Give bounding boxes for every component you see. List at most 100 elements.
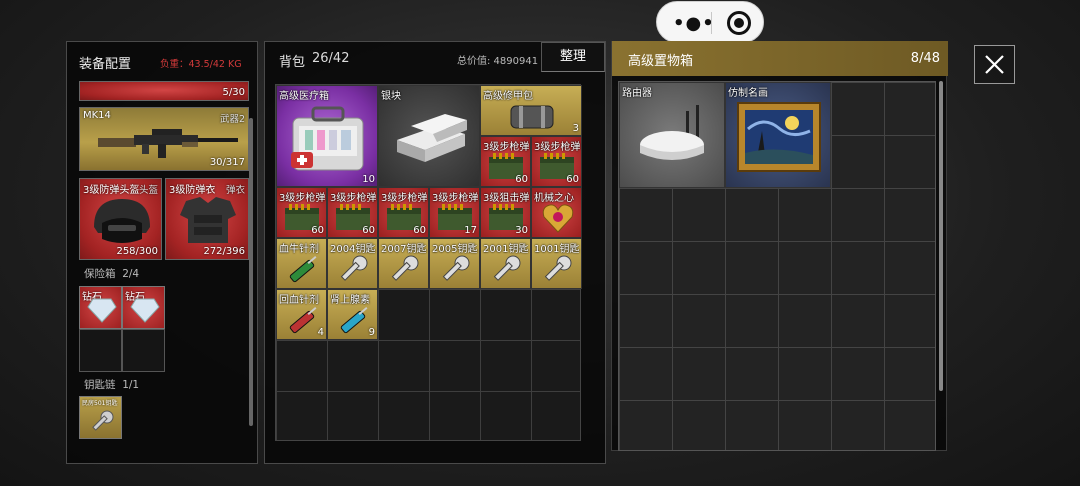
diamond-icon — [87, 298, 117, 323]
backpack-item[interactable]: 银块 — [378, 85, 480, 187]
keychain-title: 钥匙链 — [84, 379, 116, 391]
item-quantity: 9 — [368, 327, 375, 338]
backpack-title: 背包 — [279, 55, 306, 70]
syringe-icon — [340, 307, 368, 334]
top-equipment-slot[interactable]: 5/30 — [79, 81, 249, 101]
mechanical-heart-icon — [542, 204, 574, 233]
helmet-durability: 258/300 — [116, 246, 158, 257]
item-name: 2001钥匙 — [483, 244, 529, 255]
storage-header: 高级置物箱 8/48 — [612, 41, 948, 76]
item-name: 高级医疗箱 — [279, 91, 329, 102]
item-name: 血牛针剂 — [279, 244, 319, 255]
weight-indicator: 负重：43.5/42 KG — [160, 59, 242, 70]
item-name: 路由器 — [622, 88, 652, 99]
keychain-slot[interactable]: 民房501钥匙 — [79, 396, 122, 439]
close-button[interactable] — [974, 45, 1015, 84]
item-quantity: 60 — [413, 225, 426, 236]
top-slot-durability: 5/30 — [222, 87, 245, 98]
storage-item[interactable]: 路由器 — [619, 82, 725, 188]
item-name: 2005钥匙 — [432, 244, 478, 255]
storage-scrollbar[interactable] — [939, 81, 943, 391]
more-dots-icon[interactable]: •●• — [673, 13, 715, 34]
backpack-item[interactable]: 肾上腺素 9 — [327, 289, 378, 340]
syringe-icon — [289, 256, 317, 283]
backpack-item[interactable]: 机械之心 — [531, 187, 582, 238]
item-name: 3级狙击弹 — [483, 193, 530, 204]
diamond-icon — [130, 298, 160, 323]
backpack-item[interactable]: 回血针剂 4 — [276, 289, 327, 340]
item-name: 1001钥匙 — [534, 244, 580, 255]
helmet-icon — [94, 199, 150, 243]
backpack-item[interactable]: 血牛针剂 — [276, 238, 327, 289]
key-icon — [391, 255, 419, 281]
backpack-item[interactable]: 3级狙击弹 30 — [480, 187, 531, 238]
safebox-slot-3[interactable] — [79, 329, 122, 372]
item-quantity: 60 — [311, 225, 324, 236]
helmet-slot[interactable]: 头盔 3级防弹头盔 258/300 — [79, 178, 162, 260]
storage-panel: 高级置物箱 8/48 路由器 仿制名画 — [611, 41, 948, 451]
backpack-grid: 高级医疗箱 10 银块 高级修甲包 3 3级步枪弹 60 3级步枪弹 60 3级… — [275, 84, 582, 441]
backpack-item[interactable]: 3级步枪弹 17 — [429, 187, 480, 238]
backpack-item[interactable]: 3级步枪弹 60 — [276, 187, 327, 238]
backpack-item[interactable]: 3级步枪弹 60 — [480, 136, 531, 187]
backpack-count: 26/42 — [312, 51, 350, 66]
rifle-icon — [98, 129, 238, 158]
key-icon — [340, 255, 368, 281]
painting-icon — [737, 102, 821, 172]
weapon-name: MK14 — [83, 110, 111, 121]
backpack-item[interactable]: 3级步枪弹 60 — [327, 187, 378, 238]
key-icon — [493, 255, 521, 281]
safebox-title: 保险箱 — [84, 268, 116, 280]
item-name: 仿制名画 — [728, 88, 768, 99]
backpack-item[interactable]: 高级修甲包 3 — [480, 85, 582, 136]
keychain-count: 1/1 — [122, 379, 140, 391]
backpack-item[interactable]: 2001钥匙 — [480, 238, 531, 289]
item-name: 3级步枪弹 — [330, 193, 377, 204]
item-quantity: 60 — [566, 174, 579, 185]
key-icon — [442, 255, 470, 281]
backpack-item[interactable]: 3级步枪弹 60 — [378, 187, 429, 238]
armor-slot[interactable]: 弹衣 3级防弹衣 272/396 — [165, 178, 249, 260]
item-quantity: 17 — [464, 225, 477, 236]
safebox-slot-2[interactable]: 钻石 — [122, 286, 165, 329]
item-name: 3级步枪弹 — [432, 193, 479, 204]
weapon-slot[interactable]: MK14 武器2 30/317 — [79, 107, 249, 171]
item-name: 机械之心 — [534, 193, 574, 204]
equipment-scrollbar[interactable] — [249, 118, 253, 426]
storage-item[interactable]: 仿制名画 — [725, 82, 831, 188]
backpack-item[interactable]: 2005钥匙 — [429, 238, 480, 289]
backpack-item[interactable]: 3级步枪弹 60 — [531, 136, 582, 187]
item-name: 3级步枪弹 — [279, 193, 326, 204]
item-quantity: 30 — [515, 225, 528, 236]
item-name: 2004钥匙 — [330, 244, 376, 255]
keychain-item-name: 民房501钥匙 — [82, 400, 118, 407]
storage-title: 高级置物箱 — [628, 54, 694, 69]
backpack-item[interactable]: 高级医疗箱 10 — [276, 85, 378, 187]
sort-button[interactable]: 整理 — [541, 42, 605, 72]
storage-count: 8/48 — [910, 51, 940, 66]
equipment-panel: 装备配置 负重：43.5/42 KG 5/30 MK14 武器2 30/317 … — [66, 41, 258, 464]
vest-icon — [180, 197, 236, 243]
safebox-slot-1[interactable]: 钻石 — [79, 286, 122, 329]
item-name: 3级步枪弹 — [381, 193, 428, 204]
router-icon — [640, 105, 704, 160]
backpack-item[interactable]: 2004钥匙 — [327, 238, 378, 289]
safebox-slot-4[interactable] — [122, 329, 165, 372]
armor-durability: 272/396 — [203, 246, 245, 257]
item-name: 肾上腺素 — [330, 295, 370, 306]
item-name: 回血针剂 — [279, 295, 319, 306]
safebox-count: 2/4 — [122, 268, 140, 280]
weapon-ammo: 30/317 — [209, 157, 245, 168]
backpack-item[interactable]: 2007钥匙 — [378, 238, 429, 289]
backpack-total-value: 总价值: 4890941 — [457, 56, 539, 67]
item-quantity: 10 — [362, 174, 375, 185]
equipment-title: 装备配置 — [79, 57, 132, 72]
target-close-icon[interactable] — [727, 11, 751, 35]
backpack-item[interactable]: 1001钥匙 — [531, 238, 582, 289]
item-quantity: 60 — [515, 174, 528, 185]
miniprogram-capsule: •●• — [656, 1, 764, 43]
capsule-divider — [711, 12, 712, 34]
key-icon — [544, 255, 572, 281]
item-name: 高级修甲包 — [483, 91, 533, 102]
weapon-slot-type: 武器2 — [219, 114, 245, 125]
